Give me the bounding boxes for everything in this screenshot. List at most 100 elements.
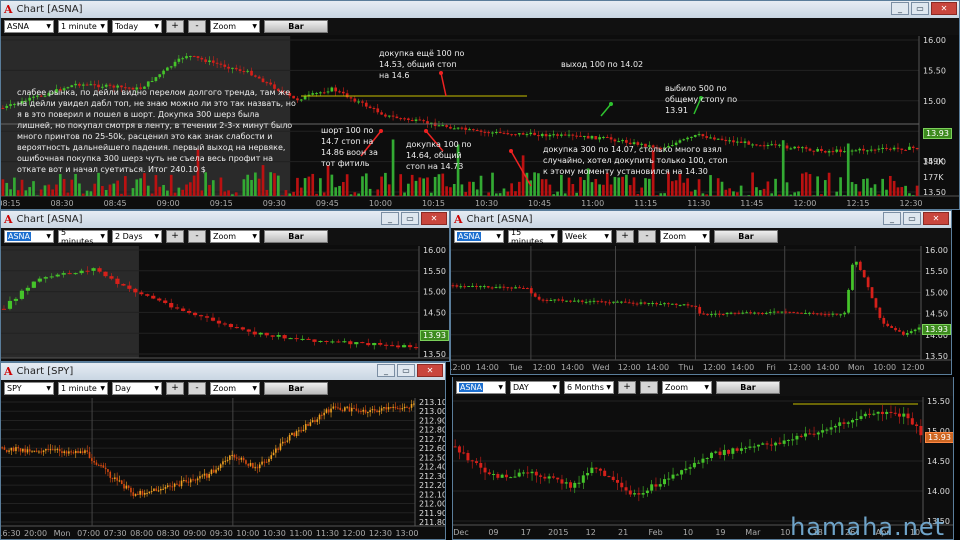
zoom-in-button[interactable]: + xyxy=(618,381,636,394)
minimize-button[interactable]: _ xyxy=(377,364,395,377)
minimize-button[interactable]: _ xyxy=(891,2,909,15)
interval-select[interactable]: 5 minutes ▼ xyxy=(58,228,108,246)
candle xyxy=(731,448,735,454)
zoom-in-button[interactable]: + xyxy=(616,230,634,243)
candle xyxy=(196,478,199,481)
volume-bar xyxy=(915,185,919,196)
candle xyxy=(655,303,658,305)
interval-select[interactable]: DAY ▼ xyxy=(510,381,560,394)
candle xyxy=(157,490,160,492)
candle xyxy=(178,484,181,487)
maximize-button[interactable]: ▭ xyxy=(911,2,929,15)
candle xyxy=(125,485,128,489)
symbol-select[interactable]: ASNA ▼ xyxy=(4,230,54,243)
candle xyxy=(252,331,257,335)
candle xyxy=(169,485,171,487)
x-tick-label: 09:30 xyxy=(210,529,233,538)
range-select[interactable]: 6 Months ▼ xyxy=(564,381,614,394)
price-chart[interactable]: 16.0015.5015.0014.5014.0013.5012:0014:00… xyxy=(451,246,951,374)
zoom-in-button[interactable]: + xyxy=(166,230,184,243)
candle xyxy=(705,458,709,460)
candle xyxy=(475,130,479,132)
candle xyxy=(796,312,799,314)
volume-bar xyxy=(655,195,659,196)
candle xyxy=(55,274,60,277)
zoom-select[interactable]: Zoom ▼ xyxy=(210,20,260,33)
zoom-out-button[interactable]: - xyxy=(188,230,206,243)
y-tick-label: 212.50 xyxy=(419,453,445,462)
candle xyxy=(551,476,555,478)
candle xyxy=(714,451,718,453)
candle xyxy=(500,474,504,478)
candle xyxy=(250,70,253,76)
zoom-out-button[interactable]: - xyxy=(188,20,206,33)
candle xyxy=(607,476,611,478)
minimize-button[interactable]: _ xyxy=(883,212,901,225)
zoom-select[interactable]: Zoom ▼ xyxy=(210,382,260,395)
volume-bar xyxy=(16,190,20,196)
close-button[interactable]: ✕ xyxy=(923,212,949,225)
bar-button[interactable]: Bar xyxy=(264,382,328,395)
volume-bar xyxy=(188,182,192,196)
candle xyxy=(348,341,353,345)
price-chart[interactable]: 16.0015.5015.0014.5014.0013.50 xyxy=(1,246,449,362)
range-select[interactable]: Today ▼ xyxy=(112,20,162,33)
zoom-out-button[interactable]: - xyxy=(638,230,656,243)
candle xyxy=(369,410,371,413)
candle xyxy=(166,485,169,488)
candle xyxy=(728,140,732,142)
interval-select[interactable]: 15 minutes ▼ xyxy=(508,228,558,246)
volume-bar xyxy=(800,173,804,196)
close-button[interactable]: ✕ xyxy=(421,212,447,225)
zoom-in-button[interactable]: + xyxy=(166,20,184,33)
annotation-add-100: докупка ещё 100 по 14.53, общий стоп на … xyxy=(379,49,465,80)
volume-bar xyxy=(563,193,567,196)
candle xyxy=(146,492,148,494)
zoom-in-button[interactable]: + xyxy=(166,382,184,395)
candle xyxy=(692,462,696,468)
candle xyxy=(146,81,150,87)
maximize-button[interactable]: ▭ xyxy=(903,212,921,225)
candle xyxy=(479,130,483,132)
x-tick-label: 09:00 xyxy=(157,199,180,208)
zoom-select[interactable]: Zoom ▼ xyxy=(210,230,260,243)
volume-bar xyxy=(280,195,284,196)
maximize-button[interactable]: ▭ xyxy=(397,364,415,377)
interval-select[interactable]: 1 minute ▼ xyxy=(58,20,108,33)
zoom-select[interactable]: Zoom ▼ xyxy=(662,381,712,394)
symbol-select[interactable]: ASNA ▼ xyxy=(456,381,506,394)
symbol-select[interactable]: ASNA ▼ xyxy=(454,230,504,243)
volume-bar xyxy=(250,179,253,196)
price-chart[interactable]: 213.10213.00212.90212.80212.70212.60212.… xyxy=(1,398,445,540)
range-select[interactable]: 2 Days ▼ xyxy=(112,230,162,243)
range-select[interactable]: Week ▼ xyxy=(562,230,612,243)
x-tick-label: Thu xyxy=(677,363,693,372)
zoom-select[interactable]: Zoom ▼ xyxy=(660,230,710,243)
candle xyxy=(180,480,183,487)
close-button[interactable]: ✕ xyxy=(931,2,957,15)
bar-button[interactable]: Bar xyxy=(264,20,328,33)
zoom-out-button[interactable]: - xyxy=(188,382,206,395)
symbol-select[interactable]: SPY ▼ xyxy=(4,382,54,395)
bar-button[interactable]: Bar xyxy=(264,230,328,243)
candle xyxy=(325,409,328,413)
candle xyxy=(177,58,181,62)
candle xyxy=(502,286,506,288)
candle xyxy=(350,407,353,412)
toolbar: ASNA ▼ DAY ▼ 6 Months ▼ + - Zoom ▼ Bar xyxy=(453,379,953,396)
x-tick-label: 10:00 xyxy=(369,199,392,208)
candle xyxy=(383,407,385,409)
maximize-button[interactable]: ▭ xyxy=(401,212,419,225)
interval-select[interactable]: 1 minute ▼ xyxy=(58,382,108,395)
candle xyxy=(581,475,585,483)
range-select[interactable]: Day ▼ xyxy=(112,382,162,395)
bar-button[interactable]: Bar xyxy=(714,230,778,243)
minimize-button[interactable]: _ xyxy=(381,212,399,225)
candle xyxy=(229,455,231,460)
candle xyxy=(385,407,388,410)
close-button[interactable]: ✕ xyxy=(417,364,443,377)
bar-button[interactable]: Bar xyxy=(716,381,780,394)
symbol-select[interactable]: ASNA ▼ xyxy=(4,20,54,33)
zoom-out-button[interactable]: - xyxy=(640,381,658,394)
volume-bar xyxy=(93,183,97,196)
